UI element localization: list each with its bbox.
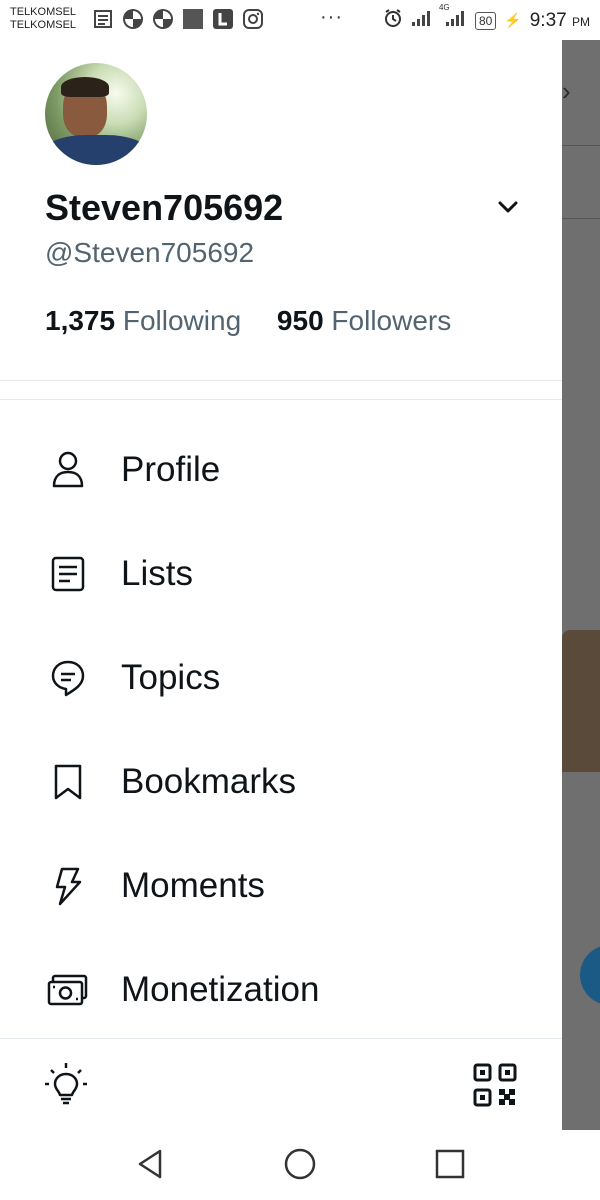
lightning-icon [44, 862, 92, 910]
avatar-hair [61, 77, 109, 97]
followers-label: Followers [331, 305, 452, 336]
person-icon [44, 446, 92, 494]
notification-icons [92, 8, 264, 30]
background-image [562, 630, 600, 772]
menu-label: Monetization [121, 970, 320, 1009]
menu-item-topics[interactable]: Topics [0, 626, 562, 730]
carrier-names: TELKOMSEL TELKOMSEL [10, 6, 76, 32]
menu-item-profile[interactable]: Profile [0, 418, 562, 522]
follow-stats: 1,375 Following 950 Followers [45, 305, 451, 337]
clock-time: 9:37 [529, 9, 567, 31]
menu-item-moments[interactable]: Moments [0, 834, 562, 938]
bookmark-icon [44, 758, 92, 806]
system-nav-bar [0, 1130, 600, 1200]
pinwheel-icon [152, 8, 174, 30]
chevron-down-icon[interactable] [494, 193, 522, 221]
alarm-icon [383, 8, 403, 33]
more-notifications-icon: ··· [320, 6, 343, 28]
clock-suffix: PM [572, 14, 590, 29]
background-divider [562, 145, 600, 146]
profile-handle: @Steven705692 [45, 237, 255, 268]
divider [0, 399, 562, 400]
carrier-2: TELKOMSEL [10, 19, 77, 31]
lightbulb-icon[interactable] [42, 1060, 90, 1108]
menu-label: Topics [121, 658, 221, 697]
followers-stat[interactable]: 950 Followers [277, 305, 451, 336]
followers-count: 950 [276, 305, 324, 336]
background-divider [562, 218, 600, 219]
charging-icon: ⚡ [504, 12, 522, 28]
avatar[interactable] [45, 63, 147, 165]
divider [0, 1038, 562, 1039]
money-icon [44, 966, 92, 1014]
drawer-menu: Profile Lists Topics Bookmarks Moments M… [0, 418, 562, 1042]
menu-item-monetization[interactable]: Monetization [0, 938, 562, 1042]
recents-icon[interactable] [432, 1146, 468, 1182]
back-icon[interactable] [132, 1146, 168, 1182]
news-icon [92, 8, 114, 30]
clock: 9:37 PM [530, 10, 590, 32]
signal-icon: 4G [439, 3, 467, 32]
network-type: 4G [438, 3, 450, 12]
square-app-icon [182, 8, 204, 30]
background-compose-button [580, 945, 600, 1005]
following-label: Following [122, 305, 242, 336]
navigation-drawer: Steven705692 @Steven705692 1,375 Followi… [0, 40, 562, 1130]
menu-item-bookmarks[interactable]: Bookmarks [0, 730, 562, 834]
topic-bubble-icon [44, 654, 92, 702]
carrier-1: TELKOMSEL [10, 6, 77, 18]
system-indicators: 4G 80 ⚡ 9:37 PM [383, 3, 590, 33]
menu-label: Bookmarks [121, 762, 297, 801]
avatar-shirt [45, 135, 147, 165]
instagram-icon [242, 8, 264, 30]
divider [0, 380, 562, 381]
following-stat[interactable]: 1,375 Following [45, 305, 241, 336]
menu-label: Moments [121, 866, 265, 905]
menu-item-lists[interactable]: Lists [0, 522, 562, 626]
menu-label: Lists [121, 554, 193, 593]
status-bar: TELKOMSEL TELKOMSEL ··· 4G 80 ⚡ 9:37 PM [0, 0, 600, 40]
qr-code-icon[interactable] [472, 1062, 518, 1108]
list-icon [44, 550, 92, 598]
profile-name[interactable]: Steven705692 [45, 187, 283, 229]
l-app-icon [212, 8, 234, 30]
background-arrow: › [562, 76, 571, 106]
following-count: 1,375 [45, 305, 116, 336]
background-app-overlay[interactable]: › [562, 40, 600, 1130]
menu-label: Profile [121, 450, 221, 489]
battery-icon: 80 [474, 11, 497, 30]
pinwheel-icon [122, 8, 144, 30]
home-icon[interactable] [282, 1146, 318, 1182]
signal-icon [411, 9, 433, 32]
